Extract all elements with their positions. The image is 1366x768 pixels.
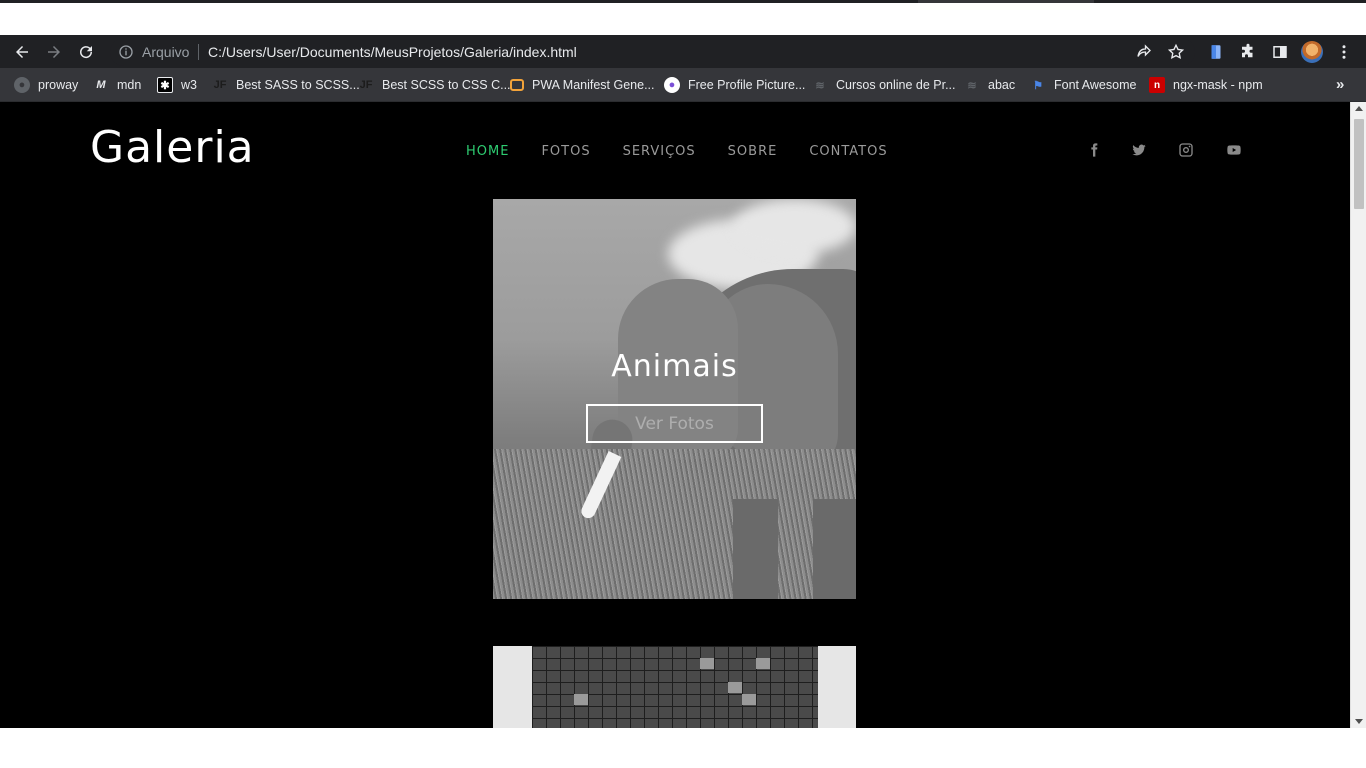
url-separator: [198, 44, 199, 60]
bookmark-label: mdn: [117, 78, 142, 92]
url-scheme-label: Arquivo: [142, 44, 190, 60]
photo-grass: [493, 449, 856, 599]
photo-window: [574, 694, 588, 705]
jf-icon: JF: [213, 79, 227, 91]
bookmark-sass-to-scss[interactable]: JF Best SASS to SCSS...: [212, 76, 360, 94]
course-icon: ≋: [815, 79, 825, 92]
photo-elephant-leg: [733, 499, 778, 599]
course-icon: ≋: [967, 79, 977, 92]
browser-toolbar: Arquivo C:/Users/User/Documents/MeusProj…: [0, 35, 1366, 68]
bookmark-label: Font Awesome: [1054, 78, 1137, 92]
star-icon: [1167, 43, 1185, 60]
bookmark-label: PWA Manifest Gene...: [532, 78, 655, 92]
scroll-down-arrow-icon[interactable]: [1355, 719, 1363, 724]
bookmark-label: proway: [38, 78, 79, 92]
bookmark-font-awesome[interactable]: ⚑ Font Awesome: [1030, 76, 1136, 94]
bookmark-ngx-mask[interactable]: n ngx-mask - npm: [1149, 76, 1263, 94]
window-bottom-area: [0, 728, 1366, 768]
active-tab-edge[interactable]: [918, 0, 1094, 3]
bookmark-profile-picture[interactable]: ● Free Profile Picture...: [664, 76, 805, 94]
bookmark-label: Free Profile Picture...: [688, 78, 806, 92]
flag-icon: ⚑: [1033, 79, 1043, 92]
bookmark-label: abac: [988, 78, 1016, 92]
window-top-area: [0, 0, 1366, 35]
forward-button[interactable]: [42, 40, 66, 64]
card-title: Animais: [611, 349, 738, 384]
photo-window: [700, 658, 714, 669]
tab-strip: [0, 0, 1366, 3]
nav-servicos[interactable]: SERVIÇOS: [623, 144, 696, 159]
instagram-icon[interactable]: [1176, 141, 1196, 159]
kebab-menu-icon: [1342, 45, 1346, 59]
browser-menu-button[interactable]: [1334, 42, 1354, 62]
arrow-right-icon: [48, 46, 60, 58]
nav-sobre[interactable]: SOBRE: [728, 144, 778, 159]
back-button[interactable]: [10, 40, 34, 64]
scroll-up-arrow-icon[interactable]: [1355, 106, 1363, 111]
extension-docs-button[interactable]: [1206, 42, 1226, 62]
info-icon[interactable]: [118, 44, 134, 60]
bookmark-abac[interactable]: ≋ abac: [964, 76, 1015, 94]
ver-fotos-button[interactable]: Ver Fotos: [586, 404, 763, 443]
bookmark-label: Best SASS to SCSS...: [236, 78, 360, 92]
profile-avatar[interactable]: [1301, 41, 1323, 63]
bookmark-w3[interactable]: ✱ w3: [157, 76, 197, 94]
twitter-icon[interactable]: [1129, 141, 1149, 159]
share-button[interactable]: [1134, 42, 1154, 62]
photo-window: [756, 658, 770, 669]
bookmark-scss-to-css[interactable]: JF Best SCSS to CSS C...: [358, 76, 511, 94]
site-logo[interactable]: Galeria: [90, 122, 255, 173]
bookmark-label: ngx-mask - npm: [1173, 78, 1263, 92]
mdn-icon: M: [96, 79, 106, 91]
scrollbar-thumb[interactable]: [1354, 119, 1364, 209]
bookmark-label: Cursos online de Pr...: [836, 78, 956, 92]
reload-button[interactable]: [74, 40, 98, 64]
side-panel-button[interactable]: [1270, 42, 1290, 62]
bookmark-proway[interactable]: ● proway: [14, 76, 78, 94]
address-bar[interactable]: Arquivo C:/Users/User/Documents/MeusProj…: [110, 38, 1195, 66]
site-nav: HOME FOTOS SERVIÇOS SOBRE CONTATOS: [466, 144, 888, 159]
profile-pic-icon: ●: [664, 77, 680, 93]
share-icon: [1137, 44, 1151, 57]
puzzle-icon: [1242, 43, 1253, 58]
bookmark-label: Best SCSS to CSS C...: [382, 78, 511, 92]
gallery-card-next[interactable]: [493, 646, 856, 728]
more-bookmarks-button[interactable]: »: [1336, 76, 1344, 93]
bookmarks-bar: ● proway M mdn ✱ w3 JF Best SASS to SCSS…: [0, 68, 1366, 102]
pwa-icon: [510, 79, 524, 91]
photo-window: [742, 694, 756, 705]
url-text[interactable]: C:/Users/User/Documents/MeusProjetos/Gal…: [208, 44, 577, 60]
bookmark-pwa-manifest[interactable]: PWA Manifest Gene...: [510, 76, 655, 94]
photo-cloud: [733, 199, 856, 254]
facebook-icon[interactable]: [1084, 141, 1104, 159]
photo-building: [532, 646, 818, 728]
arrow-left-icon: [16, 46, 28, 58]
page-viewport: Galeria HOME FOTOS SERVIÇOS SOBRE CONTAT…: [0, 102, 1350, 728]
nav-fotos[interactable]: FOTOS: [541, 144, 590, 159]
bookmark-mdn[interactable]: M mdn: [93, 76, 141, 94]
page-scrollbar[interactable]: [1350, 102, 1366, 728]
w3-icon: ✱: [157, 77, 173, 93]
youtube-icon[interactable]: [1224, 141, 1244, 159]
reload-icon: [80, 46, 93, 59]
document-extension-icon: [1211, 45, 1221, 59]
bookmark-label: w3: [181, 78, 197, 92]
bookmark-cursos-online[interactable]: ≋ Cursos online de Pr...: [812, 76, 956, 94]
nav-home[interactable]: HOME: [466, 144, 509, 159]
jf-icon: JF: [359, 79, 373, 91]
gallery-card-animais[interactable]: Animais Ver Fotos: [493, 199, 856, 599]
bookmark-star-button[interactable]: [1166, 42, 1186, 62]
photo-elephant-leg: [813, 499, 856, 599]
photo-window: [728, 682, 742, 693]
extensions-button[interactable]: [1238, 42, 1258, 62]
nav-contatos[interactable]: CONTATOS: [809, 144, 887, 159]
npm-icon: n: [1149, 77, 1165, 93]
globe-icon: ●: [14, 77, 30, 93]
side-panel-icon: [1273, 46, 1287, 58]
